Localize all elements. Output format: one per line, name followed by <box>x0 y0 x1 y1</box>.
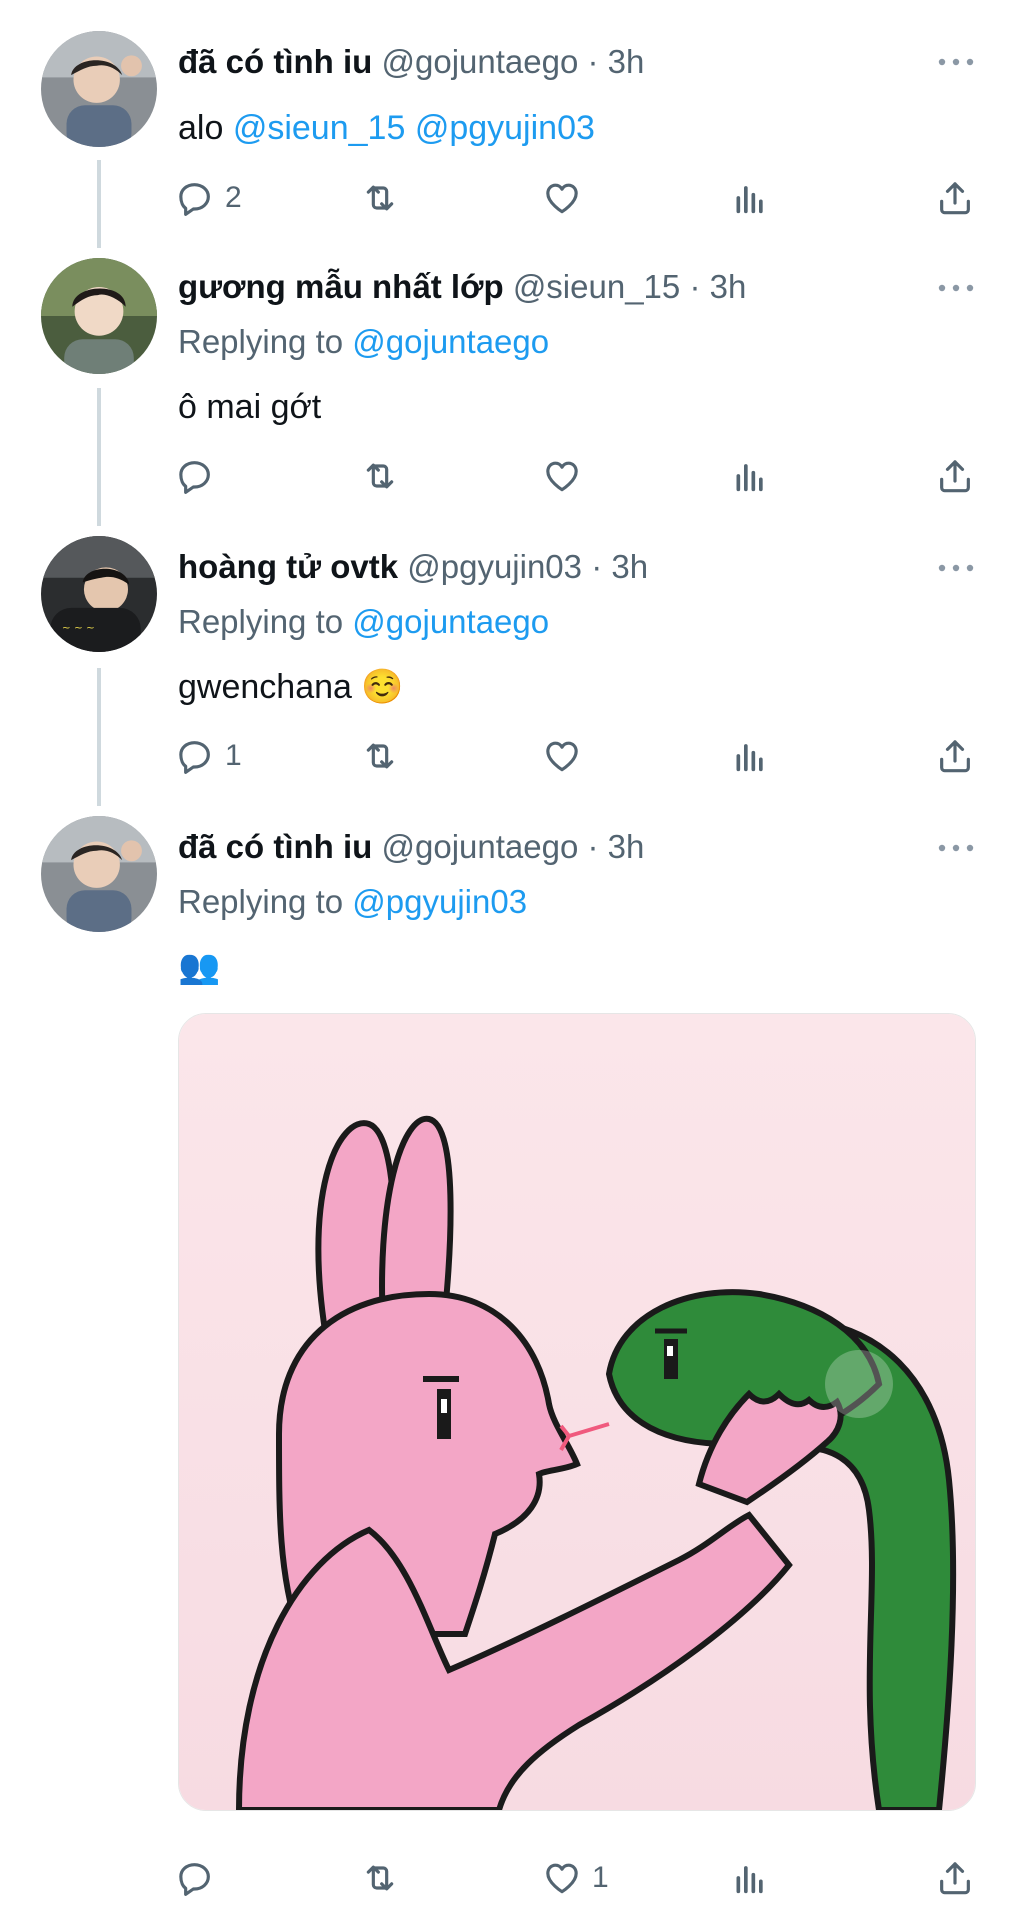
views-icon <box>730 178 770 218</box>
like-button[interactable] <box>542 175 582 221</box>
user-handle[interactable]: @gojuntaego <box>382 43 579 80</box>
tweet-text-prefix: alo <box>178 109 224 147</box>
user-handle[interactable]: @sieun_15 <box>513 268 680 305</box>
tweet-header: hoàng tử ovtk @pgyujin03 · 3h <box>178 547 648 587</box>
separator-dot: · <box>587 828 599 865</box>
separator-dot: · <box>587 43 599 80</box>
replying-to: Replying to @gojuntaego <box>178 602 549 642</box>
views-icon <box>730 1858 770 1898</box>
avatar[interactable] <box>41 31 157 147</box>
mention-link[interactable]: @gojuntaego <box>352 603 549 640</box>
share-button[interactable] <box>935 175 975 221</box>
tweet-header: đã có tình iu @gojuntaego · 3h <box>178 827 644 867</box>
svg-text:~ ~ ~: ~ ~ ~ <box>62 622 95 634</box>
reply-button[interactable]: 1 <box>175 733 242 779</box>
share-button[interactable] <box>935 453 975 499</box>
avatar[interactable] <box>41 258 157 374</box>
share-button[interactable] <box>935 733 975 779</box>
reply-button[interactable] <box>175 1855 225 1901</box>
heart-icon <box>542 1858 582 1898</box>
separator-dot: · <box>689 268 701 305</box>
reply-count: 2 <box>225 181 242 214</box>
retweet-icon <box>360 178 400 218</box>
views-icon <box>730 456 770 496</box>
avatar[interactable]: ~ ~ ~ <box>41 536 157 652</box>
replying-label: Replying to <box>178 603 344 640</box>
reply-button[interactable] <box>175 453 225 499</box>
tweet[interactable]: ~ ~ ~ hoàng tử ovtk @pgyujin03 · 3h Repl… <box>0 530 1016 810</box>
retweet-icon <box>360 456 400 496</box>
rabbit-snake-illustration <box>179 1014 975 1810</box>
retweet-button[interactable] <box>360 733 400 779</box>
reply-icon <box>175 456 215 496</box>
replying-label: Replying to <box>178 883 344 920</box>
views-icon <box>730 736 770 776</box>
tweet-text: ô mai gớt <box>178 388 322 426</box>
reply-icon <box>175 736 215 776</box>
mention-link[interactable]: @pgyujin03 <box>352 883 527 920</box>
replying-label: Replying to <box>178 323 344 360</box>
retweet-button[interactable] <box>360 175 400 221</box>
views-button[interactable] <box>730 453 770 499</box>
more-icon[interactable] <box>936 281 976 293</box>
reply-icon <box>175 1858 215 1898</box>
retweet-button[interactable] <box>360 1855 400 1901</box>
tweet-header: gương mẫu nhất lớp @sieun_15 · 3h <box>178 267 746 307</box>
reply-count: 1 <box>225 739 242 772</box>
views-button[interactable] <box>730 733 770 779</box>
user-handle[interactable]: @pgyujin03 <box>407 548 582 585</box>
more-icon[interactable] <box>936 841 976 853</box>
tweet-actions: 1 <box>0 1855 1016 1905</box>
timestamp[interactable]: 3h <box>710 268 747 305</box>
mention-link[interactable]: @sieun_15 <box>233 109 406 147</box>
tweet-actions <box>0 453 1016 503</box>
tweet-text: alo @sieun_15 @pgyujin03 <box>178 107 595 149</box>
tweet-media-image[interactable] <box>178 1013 976 1811</box>
like-button[interactable] <box>542 733 582 779</box>
retweet-button[interactable] <box>360 453 400 499</box>
replying-to: Replying to @gojuntaego <box>178 322 549 362</box>
tweet-header: đã có tình iu @gojuntaego · 3h <box>178 42 644 82</box>
more-icon[interactable] <box>936 561 976 573</box>
share-button[interactable] <box>935 1855 975 1901</box>
separator-dot: · <box>591 548 603 585</box>
display-name[interactable]: đã có tình iu <box>178 43 372 80</box>
share-icon <box>935 178 975 218</box>
tweet[interactable]: gương mẫu nhất lớp @sieun_15 · 3h Replyi… <box>0 250 1016 530</box>
share-icon <box>935 736 975 776</box>
tweet-text: 👥 <box>178 948 221 986</box>
tweet-actions: 2 <box>0 175 1016 225</box>
share-icon <box>935 456 975 496</box>
more-icon[interactable] <box>936 55 976 67</box>
tweet[interactable]: đã có tình iu @gojuntaego · 3h alo @sieu… <box>0 0 1016 250</box>
timestamp[interactable]: 3h <box>608 828 645 865</box>
share-icon <box>935 1858 975 1898</box>
mention-link[interactable]: @pgyujin03 <box>415 109 595 147</box>
timestamp[interactable]: 3h <box>611 548 648 585</box>
heart-icon <box>542 736 582 776</box>
like-button[interactable]: 1 <box>542 1855 609 1901</box>
like-count: 1 <box>592 1861 609 1894</box>
display-name[interactable]: gương mẫu nhất lớp <box>178 268 504 305</box>
reply-button[interactable]: 2 <box>175 175 242 221</box>
retweet-icon <box>360 1858 400 1898</box>
replying-to: Replying to @pgyujin03 <box>178 882 527 922</box>
retweet-icon <box>360 736 400 776</box>
like-button[interactable] <box>542 453 582 499</box>
heart-icon <box>542 456 582 496</box>
avatar[interactable] <box>41 816 157 932</box>
user-handle[interactable]: @gojuntaego <box>382 828 579 865</box>
display-name[interactable]: đã có tình iu <box>178 828 372 865</box>
display-name[interactable]: hoàng tử ovtk <box>178 548 398 585</box>
tweet-text: gwenchana ☺️ <box>178 668 404 706</box>
mention-link[interactable]: @gojuntaego <box>352 323 549 360</box>
tweet-actions: 1 <box>0 733 1016 783</box>
timestamp[interactable]: 3h <box>608 43 645 80</box>
reply-icon <box>175 178 215 218</box>
heart-icon <box>542 178 582 218</box>
views-button[interactable] <box>730 1855 770 1901</box>
views-button[interactable] <box>730 175 770 221</box>
